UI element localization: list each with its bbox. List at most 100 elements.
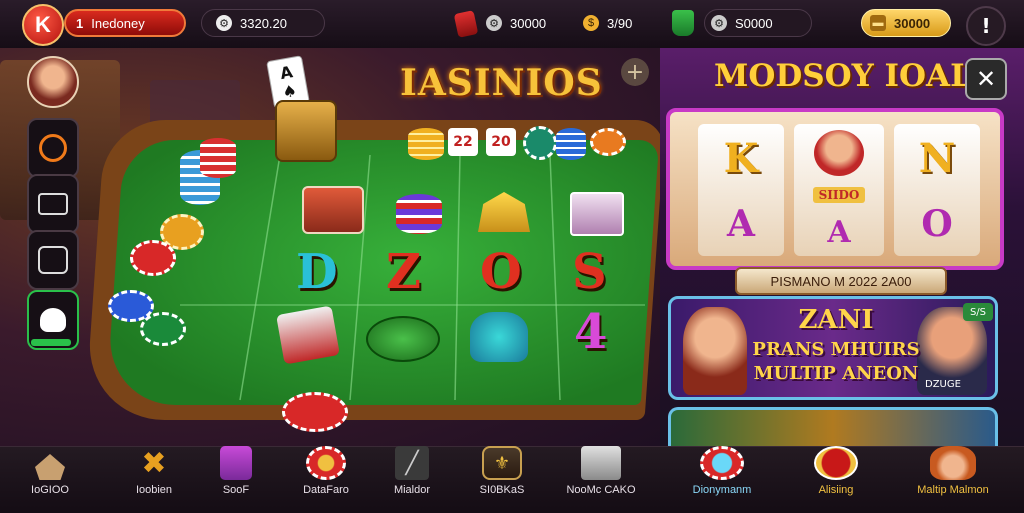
promo-title: MODSOY IOALO [714, 58, 999, 94]
nav-label: SI0BKaS [479, 484, 525, 496]
coin-icon: $ [583, 15, 599, 31]
reel-symbol: O [921, 203, 953, 246]
table-symbol: 4 [574, 304, 608, 360]
table-symbol: D [296, 244, 338, 300]
gold-chip-stack [408, 128, 444, 160]
chip-stack [200, 138, 236, 178]
exclamation-icon: ! [981, 14, 991, 38]
add-button[interactable]: + [621, 58, 649, 86]
sword-icon: ╱ [395, 446, 429, 480]
nav-item-multip[interactable]: Maltip Malmon [898, 446, 1008, 512]
nav-label: Dionymanm [692, 484, 752, 496]
banner-badge: S/S [963, 303, 993, 321]
banner-subline: PRANS MHUIRS [752, 339, 920, 360]
avatar[interactable] [27, 56, 79, 108]
game-title: IASINIOS [400, 62, 603, 104]
poker-chip [590, 128, 626, 156]
inbox-icon [38, 246, 68, 274]
nav-item-slots[interactable]: ⚜ SI0BKaS [472, 446, 532, 512]
dice-label: 20 [491, 134, 511, 150]
sidebar-button-inbox[interactable] [27, 230, 79, 290]
settings-icon: ⚙ [711, 15, 727, 31]
poker-chip [130, 240, 176, 276]
gold-balance-pill[interactable]: ▬ 30000 [861, 9, 951, 37]
sidebar-button-chat[interactable] [27, 174, 79, 234]
coin-a-pill[interactable]: ⚙ 30000 [486, 9, 552, 37]
poker-chip [523, 126, 557, 160]
dice-label: 22 [453, 134, 473, 150]
home-logo-button[interactable]: K [22, 4, 64, 46]
mascot-icon [700, 446, 744, 480]
leaf-icon [366, 316, 440, 362]
nav-label: Alisiing [818, 484, 854, 496]
center-label: SIIDO [812, 187, 866, 204]
close-icon: ✕ [975, 65, 997, 93]
home-icon [35, 454, 65, 480]
nav-item-chips[interactable]: DataFaro [294, 446, 358, 512]
banner-headline: ZANI [798, 305, 874, 335]
card-fan-icon [276, 305, 340, 365]
promo-banner-secondary[interactable] [668, 407, 998, 447]
dice-icon [220, 446, 252, 480]
nav-item-tools[interactable]: ✖ Ioobien [124, 446, 184, 512]
table-symbol: Z [386, 244, 422, 300]
nav-item-alisiing[interactable]: Alisiing [804, 446, 868, 512]
character-portrait [683, 307, 747, 395]
jackpot-banner: PISMANO M 2022 2A00 [735, 267, 947, 295]
dice: 22 [448, 128, 478, 156]
user-profile-pill[interactable]: 1 Inedoney [64, 9, 186, 37]
table-symbol: S [572, 244, 607, 300]
coin-b-pill[interactable]: $ 3/90 [583, 9, 643, 37]
settings-icon: ⚙ [486, 15, 502, 31]
chip-stack [556, 128, 586, 160]
nav-label: Maltip Malmon [917, 484, 989, 496]
nav-item-mialdor[interactable]: ╱ Mialdor [382, 446, 442, 512]
sidebar-button-character[interactable] [27, 290, 79, 350]
nav-item-dionymanm[interactable]: Dionymanm [684, 446, 760, 512]
target-icon [39, 134, 67, 162]
reel-symbol: A [727, 203, 755, 246]
banner-subline: MULTIP ANEON [753, 363, 919, 384]
nav-label: NooMc CAKO [566, 484, 636, 496]
main-balance-pill[interactable]: ⚙ 3320.20 [201, 9, 325, 37]
crossed-tools-icon: ✖ [141, 445, 167, 481]
gold-balance-value: 30000 [894, 15, 931, 31]
close-button[interactable]: ✕ [965, 58, 1007, 100]
nav-label: SooF [222, 484, 250, 496]
chat-icon [38, 193, 68, 215]
leprechaun-hat-icon[interactable] [672, 10, 694, 36]
nav-item-home[interactable]: IoGIOO [20, 446, 80, 512]
card-deck-icon [302, 186, 364, 234]
coin-b-value: 3/90 [607, 15, 633, 31]
gold-bar-icon: ▬ [870, 15, 886, 31]
slot-reel: N O [894, 124, 980, 256]
slot-machine-preview[interactable]: K A SIIDO A N O [666, 108, 1004, 270]
character-icon [930, 446, 976, 480]
banner-tag: DZUGE [925, 379, 961, 390]
poker-chip [140, 312, 186, 346]
nav-item-dice[interactable]: SooF [206, 446, 266, 512]
nav-item-cards[interactable]: NooMc CAKO [566, 446, 636, 512]
main-balance-value: 3320.20 [240, 15, 287, 31]
plus-icon: + [625, 59, 645, 85]
nav-label: DataFaro [303, 484, 349, 496]
sidebar-button-spin[interactable] [27, 118, 79, 178]
user-name: Inedoney [91, 15, 145, 31]
promo-banner-multiplier[interactable]: ZANI PRANS MHUIRS MULTIP ANEON DZUGE S/S [668, 296, 998, 400]
reel-symbol: N [918, 134, 956, 182]
card-rank: A [278, 62, 295, 84]
treasure-chest-icon[interactable] [275, 100, 337, 162]
slot-reel: K A [698, 124, 784, 256]
emblem-icon [814, 446, 858, 480]
reel-symbol: K [723, 134, 759, 182]
progress-bar [31, 339, 71, 346]
logo-letter: K [35, 12, 51, 37]
dice: 20 [486, 128, 516, 156]
menu-button[interactable]: ! [966, 6, 1006, 46]
card-pack-icon [570, 192, 624, 236]
coin-c-value: S0000 [735, 15, 773, 31]
coin-c-pill[interactable]: ⚙ S0000 [704, 9, 812, 37]
table-symbol: O [480, 244, 522, 300]
shield-icon: ⚜ [482, 446, 522, 480]
spade-icon: ♠ [280, 80, 299, 102]
